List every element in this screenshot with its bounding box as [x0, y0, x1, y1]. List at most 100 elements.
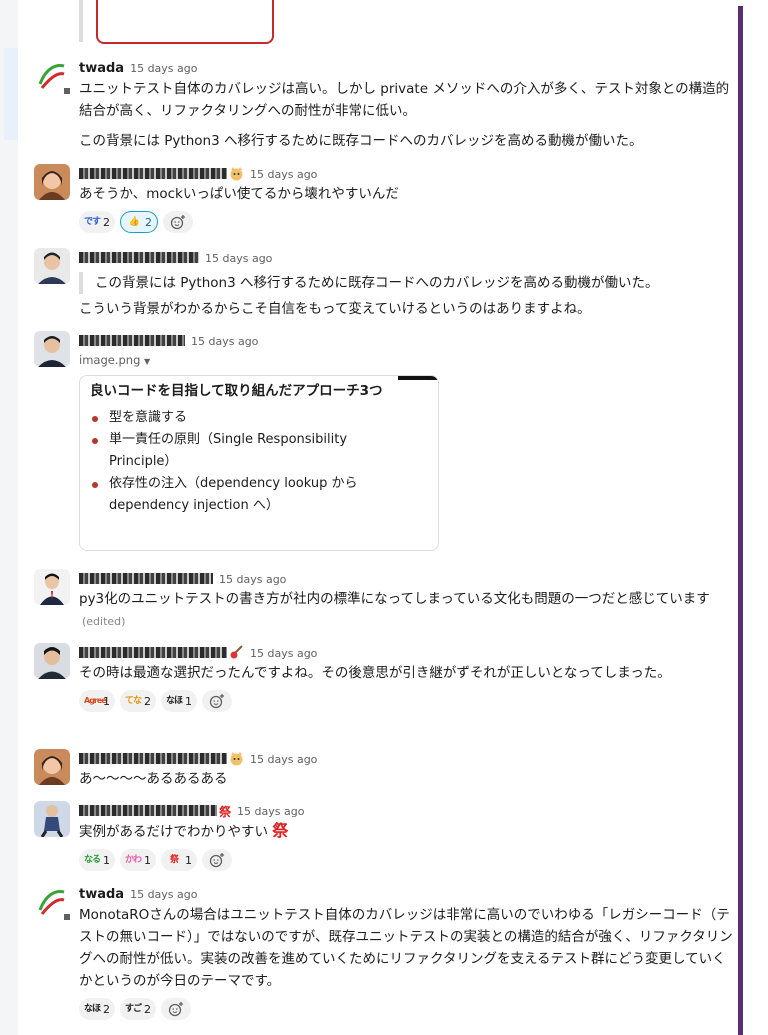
add-reaction-button[interactable] [163, 211, 193, 233]
avatar[interactable] [34, 643, 70, 679]
presence-indicator [62, 86, 72, 96]
reaction-bar: Agree 1 てな 2 なほ 1 [79, 690, 734, 714]
preview-top-edge [398, 376, 438, 380]
preview-list: 型を意識する 単一責任の原則（Single Responsibility Pri… [90, 407, 438, 517]
edited-label: (edited) [82, 615, 126, 628]
wakaru-emoji-icon: てな [125, 696, 142, 706]
reaction-green[interactable]: なる 1 [79, 849, 115, 871]
reaction-count: 1 [103, 853, 110, 867]
avatar[interactable] [34, 331, 70, 367]
matsuri-emoji-icon: 祭 [169, 855, 179, 865]
naruhodo-emoji-icon: なほ [84, 1004, 101, 1014]
timestamp[interactable]: 15 days ago [219, 573, 286, 586]
reaction-matsuri[interactable]: 祭1 [161, 849, 197, 871]
preview-list-item: 単一責任の原則（Single Responsibility Principle） [90, 429, 390, 473]
message-text: ユニットテスト自体のカバレッジは高い。しかし private メソッドへの介入が… [79, 81, 730, 119]
timestamp[interactable]: 15 days ago [250, 168, 317, 181]
naruhodo-emoji-icon: なほ [166, 696, 183, 706]
timestamp[interactable]: 15 days ago [205, 252, 272, 265]
timestamp[interactable]: 15 days ago [130, 62, 197, 75]
reaction-count: 2 [144, 694, 151, 708]
reaction-count: 2 [144, 1002, 151, 1016]
reaction-count: 2 [103, 1002, 110, 1016]
add-reaction-button[interactable] [161, 998, 191, 1020]
message-text: あそうか、mockいっぱい使てるから壊れやすいんだ [79, 186, 399, 202]
guitar-emoji-icon [229, 645, 244, 660]
message-text: MonotaROさんの場合はユニットテスト自体のカバレッジは非常に高いのでいわゆ… [79, 907, 733, 989]
add-emoji-icon [209, 694, 224, 709]
timestamp[interactable]: 15 days ago [250, 753, 317, 766]
reaction-count: 1 [103, 694, 110, 708]
image-preview[interactable]: 良いコードを目指して取り組んだアプローチ3つ 型を意識する 単一責任の原則（Si… [79, 375, 439, 551]
preview-title: 良いコードを目指して取り組んだアプローチ3つ [90, 383, 383, 399]
redacted-author-name[interactable] [79, 805, 217, 816]
cat-emoji-icon [229, 751, 244, 766]
previous-attachment-card[interactable] [96, 0, 274, 44]
redacted-author-name[interactable] [79, 647, 227, 658]
green-emoji-icon: なる [84, 855, 101, 865]
reaction-naruhodo[interactable]: なほ 2 [79, 998, 115, 1020]
presence-indicator [62, 912, 72, 922]
reaction-count: 2 [103, 215, 110, 229]
message-text: この背景には Python3 へ移行するために既存コードへのカバレッジを高める動… [79, 133, 643, 149]
timestamp[interactable]: 15 days ago [250, 647, 317, 660]
timestamp[interactable]: 15 days ago [191, 335, 258, 348]
reaction-count: 2 [145, 215, 152, 229]
reaction-bar: なほ 2 すご 2 [79, 998, 734, 1022]
redacted-author-name[interactable] [79, 252, 199, 263]
avatar[interactable] [34, 248, 70, 284]
reaction-count: 1 [144, 853, 151, 867]
caret-down-icon: ▼ [144, 357, 151, 366]
message-text: こういう背景がわかるからこそ自信をもって変えていけるというのはありますよね。 [79, 301, 591, 317]
reaction-agree[interactable]: Agree 1 [79, 690, 115, 712]
author-name[interactable]: twada [79, 61, 124, 76]
thumbs-up-icon: 👍 [128, 217, 140, 227]
agree-emoji-icon: Agree [84, 696, 107, 705]
reaction-count: 1 [185, 853, 192, 867]
avatar[interactable] [34, 801, 70, 837]
message-feed[interactable]: twada 15 days ago ユニットテスト自体のカバレッジは高い。しかし … [18, 0, 738, 1035]
file-name: image.png [79, 353, 141, 367]
message-text: あ〜〜〜〜あるあるある [79, 771, 228, 787]
matsuri-emoji-icon: 祭 [219, 805, 232, 819]
add-emoji-icon [170, 215, 185, 230]
redacted-author-name[interactable] [79, 168, 227, 179]
message-text: 実例があるだけでわかりやすい 祭 [79, 820, 734, 843]
sidebar-highlight [4, 48, 18, 140]
thread-panel-border [738, 6, 743, 1035]
redacted-author-name[interactable] [79, 573, 213, 584]
preview-list-item: 型を意識する [90, 407, 390, 429]
timestamp[interactable]: 15 days ago [130, 888, 197, 901]
reaction-bar: です 2 👍 2 [79, 211, 734, 235]
redacted-author-name[interactable] [79, 335, 185, 346]
reaction-wakaru[interactable]: てな 2 [120, 690, 156, 712]
previous-quote-bar [79, 0, 83, 42]
reaction-naruhodo[interactable]: なほ 1 [161, 690, 197, 712]
add-emoji-icon [209, 853, 224, 868]
quoted-text: この背景には Python3 へ移行するために既存コードへのカバレッジを高める動… [79, 272, 734, 294]
avatar[interactable] [34, 749, 70, 785]
message-body: 実例があるだけでわかりやすい [79, 824, 268, 840]
reaction-pink[interactable]: かわ 1 [120, 849, 156, 871]
desu-emoji-icon: です [84, 217, 101, 227]
timestamp[interactable]: 15 days ago [237, 805, 304, 818]
reaction-thumbs-up[interactable]: 👍 2 [120, 211, 158, 233]
avatar[interactable] [34, 164, 70, 200]
matsuri-emoji-icon: 祭 [272, 821, 289, 840]
reaction-desu[interactable]: です 2 [79, 211, 115, 233]
channel-sidebar-edge [0, 0, 18, 1035]
preview-list-item: 依存性の注入（dependency lookup から dependency i… [90, 473, 390, 517]
add-reaction-button[interactable] [202, 690, 232, 712]
message-text: その時は最適な選択だったんですよね。その後意思が引き継がずそれが正しいとなってし… [79, 665, 671, 681]
avatar[interactable] [34, 569, 70, 605]
cat-emoji-icon [229, 166, 244, 181]
reaction-sugoi[interactable]: すご 2 [120, 998, 156, 1020]
author-name[interactable]: twada [79, 887, 124, 902]
file-name-toggle[interactable]: image.png ▼ [79, 353, 734, 367]
sugoi-emoji-icon: すご [125, 1004, 142, 1014]
pink-emoji-icon: かわ [125, 855, 142, 865]
add-reaction-button[interactable] [202, 849, 232, 871]
reaction-count: 1 [185, 694, 192, 708]
message-text: py3化のユニットテストの書き方が社内の標準になってしまっている文化も問題の一つ… [79, 588, 734, 633]
redacted-author-name[interactable] [79, 753, 227, 764]
